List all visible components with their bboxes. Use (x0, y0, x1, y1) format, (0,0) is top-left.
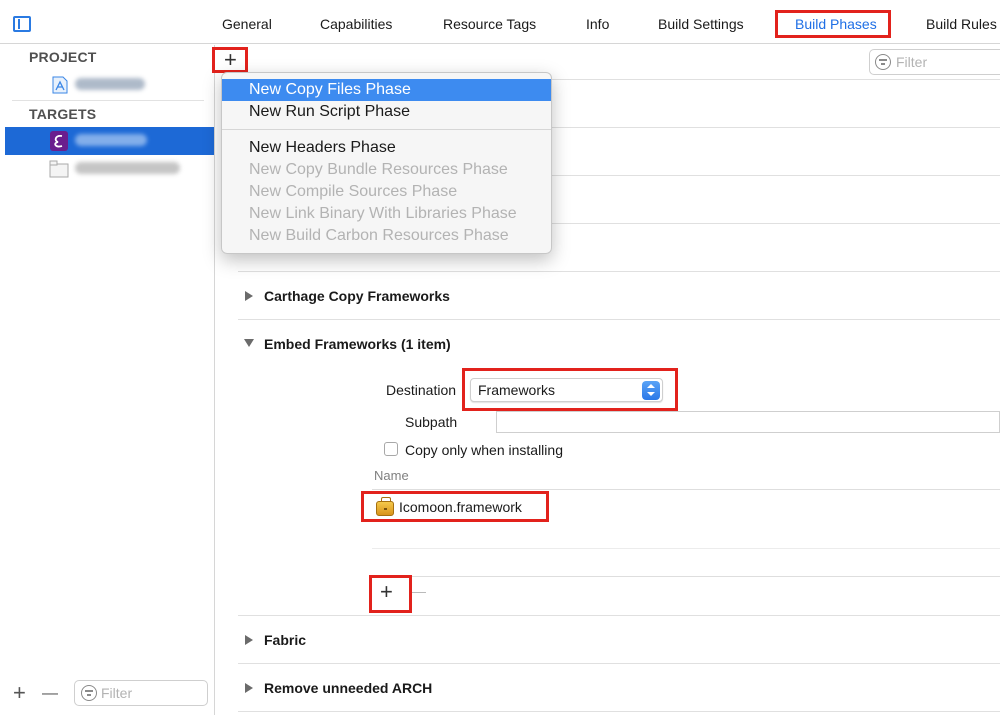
phase-divider (238, 711, 1000, 712)
tests-target-name-redacted (75, 162, 180, 174)
tab-build-rules[interactable]: Build Rules (926, 16, 997, 32)
menu-item-new-build-carbon-resources-phase: New Build Carbon Resources Phase (249, 227, 509, 244)
table-bottom-divider (372, 576, 1000, 577)
add-phase-highlight (212, 47, 248, 73)
menu-item-new-link-binary-phase: New Link Binary With Libraries Phase (249, 205, 517, 222)
build-phases-highlight (775, 10, 891, 38)
add-framework-highlight (369, 575, 412, 613)
new-phase-menu: New Copy Files Phase New Run Script Phas… (221, 72, 552, 254)
disclosure-triangle-collapsed-icon[interactable] (245, 683, 253, 693)
disclosure-triangle-expanded-icon[interactable] (244, 339, 254, 347)
add-target-button[interactable]: + (13, 681, 26, 705)
tab-capabilities[interactable]: Capabilities (320, 16, 392, 32)
tab-general[interactable]: General (222, 16, 272, 32)
sidebar-item-ios-target[interactable] (5, 127, 214, 155)
filter-icon (81, 685, 97, 701)
navigator-toggle-icon[interactable] (13, 16, 31, 32)
phase-title: Remove unneeded ARCH (264, 680, 433, 696)
menu-item-new-copy-files-phase[interactable]: New Copy Files Phase (222, 79, 551, 101)
project-section-header: PROJECT (29, 49, 97, 65)
sidebar-divider (12, 100, 204, 101)
phase-divider (238, 615, 1000, 616)
menu-separator (222, 129, 551, 130)
sidebar-filter-placeholder: Filter (101, 685, 133, 701)
sidebar-item-project[interactable] (5, 71, 214, 99)
editor-tab-bar: General Capabilities Resource Tags Info … (0, 0, 1000, 44)
phase-divider (238, 663, 1000, 664)
subpath-field[interactable] (496, 411, 1000, 433)
destination-highlight (462, 368, 678, 411)
test-bundle-icon (49, 160, 69, 178)
subpath-label: Subpath (405, 414, 458, 430)
phases-filter-field[interactable]: Filter (869, 49, 1000, 75)
disclosure-triangle-collapsed-icon[interactable] (245, 635, 253, 645)
sidebar-filter-field[interactable]: Filter (74, 680, 208, 706)
phase-title: Carthage Copy Frameworks (264, 288, 450, 304)
copy-only-label: Copy only when installing (405, 442, 563, 458)
copy-only-checkbox[interactable] (384, 442, 398, 456)
targets-section-header: TARGETS (29, 106, 97, 122)
menu-item-new-headers-phase[interactable]: New Headers Phase (222, 137, 551, 159)
menu-item-new-copy-bundle-resources-phase: New Copy Bundle Resources Phase (249, 161, 508, 178)
menu-item-new-compile-sources-phase: New Compile Sources Phase (249, 183, 458, 200)
remove-framework-button[interactable]: — (412, 583, 426, 599)
filter-icon (875, 54, 891, 70)
phase-divider (238, 271, 1000, 272)
table-row-divider (372, 548, 1000, 549)
tab-build-settings[interactable]: Build Settings (658, 16, 744, 32)
disclosure-triangle-collapsed-icon[interactable] (245, 291, 253, 301)
table-header-divider (372, 489, 1000, 490)
destination-label: Destination (386, 382, 457, 398)
menu-item-new-run-script-phase[interactable]: New Run Script Phase (222, 101, 551, 123)
project-name-redacted (75, 78, 145, 90)
project-file-icon (52, 76, 68, 94)
tab-info[interactable]: Info (586, 16, 609, 32)
name-column-header: Name (374, 468, 409, 483)
app-target-icon (50, 131, 68, 151)
phase-title: Embed Frameworks (1 item) (264, 336, 451, 352)
phases-filter-placeholder: Filter (896, 54, 928, 70)
remove-target-button[interactable]: — (42, 682, 58, 706)
phase-divider (238, 319, 1000, 320)
target-name-redacted (75, 134, 147, 146)
sidebar-item-tests-target[interactable] (5, 155, 214, 183)
sidebar-footer: + — Filter (0, 675, 215, 715)
phase-title: Fabric (264, 632, 307, 648)
framework-highlight (361, 491, 549, 522)
tab-resource-tags[interactable]: Resource Tags (443, 16, 536, 32)
targets-sidebar: PROJECT TARGETS + — Filter (0, 45, 215, 715)
